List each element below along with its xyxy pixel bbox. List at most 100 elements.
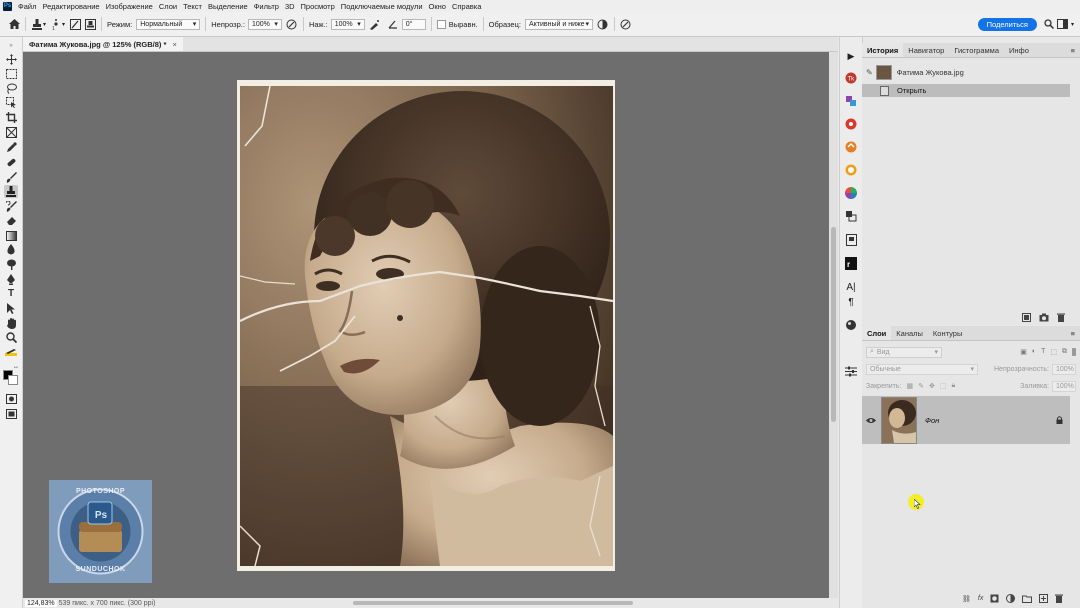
frame-tool-icon[interactable] [4, 126, 18, 139]
clone-stamp-tool-preset-icon[interactable] [31, 18, 43, 30]
blend-mode-dropdown[interactable]: Обычные ▾ [866, 363, 978, 375]
tab-navigator[interactable]: Навигатор [903, 43, 949, 57]
vertical-scrollbar[interactable] [829, 52, 838, 598]
panel-menu-icon[interactable]: ≡ [1066, 43, 1080, 57]
object-selection-tool-icon[interactable] [4, 96, 18, 109]
layer-mask-icon[interactable] [990, 594, 999, 603]
search-icon[interactable] [1043, 18, 1055, 30]
tab-layers[interactable]: Слои [862, 326, 892, 340]
tab-paths[interactable]: Контуры [928, 326, 967, 340]
history-step[interactable]: Открыть [862, 84, 1070, 97]
filter-adjustment-icon[interactable]: ◐ [1032, 348, 1036, 356]
pressure-size-icon[interactable] [620, 18, 632, 30]
opacity-field[interactable]: 100% ▾ [247, 18, 282, 30]
lasso-tool-icon[interactable] [4, 82, 18, 95]
photoshop-logo-icon[interactable]: Ps [3, 1, 12, 11]
menu-3d[interactable]: 3D [285, 2, 295, 11]
fill-field[interactable]: 100% [1052, 380, 1076, 392]
filter-type-icon[interactable]: T [1041, 348, 1045, 356]
menu-filter[interactable]: Фильтр [254, 2, 279, 11]
tab-info[interactable]: Инфо [1004, 43, 1034, 57]
menu-type[interactable]: Текст [183, 2, 202, 11]
eye-icon[interactable] [866, 417, 876, 424]
plugin-ring-icon[interactable] [844, 163, 858, 177]
screen-mode-icon[interactable] [4, 407, 18, 420]
menu-plugins[interactable]: Подключаемые модули [341, 2, 423, 11]
lock-transparency-icon[interactable]: ▦ [906, 382, 913, 390]
layer-row[interactable]: Фон [862, 396, 1070, 444]
angle-field[interactable]: 0° [401, 18, 426, 30]
airbrush-icon[interactable] [369, 18, 381, 30]
paragraph-icon[interactable]: ¶ [844, 295, 858, 309]
tab-histogram[interactable]: Гистограмма [949, 43, 1004, 57]
plugin-red-icon[interactable] [844, 117, 858, 131]
move-tool-icon[interactable] [4, 53, 18, 66]
workspace-icon[interactable] [1057, 18, 1069, 30]
type-tool-icon[interactable]: T [4, 287, 18, 300]
menu-layers[interactable]: Слои [159, 2, 177, 11]
path-selection-tool-icon[interactable] [4, 302, 18, 315]
menu-file[interactable]: Файл [18, 2, 36, 11]
chevron-down-icon[interactable]: ▾ [43, 21, 46, 28]
layer-filter-dropdown[interactable]: ⌕ Вид ▾ [866, 346, 942, 358]
pen-tool-icon[interactable] [4, 273, 18, 286]
menu-view[interactable]: Просмотр [301, 2, 335, 11]
new-document-from-state-icon[interactable] [1022, 313, 1031, 322]
trash-icon[interactable] [1055, 594, 1064, 603]
pressure-opacity-icon[interactable] [286, 18, 298, 30]
menu-image[interactable]: Изображение [106, 2, 153, 11]
lock-artboard-icon[interactable]: ⬚ [940, 382, 947, 390]
history-brush-tool-icon[interactable] [4, 200, 18, 213]
lock-icon[interactable] [1056, 416, 1063, 424]
document-tab[interactable]: Фатима Жукова.jpg @ 125% (RGB/8) * × [23, 37, 183, 51]
align-checkbox[interactable] [436, 19, 446, 29]
menu-select[interactable]: Выделение [208, 2, 248, 11]
play-icon[interactable]: ▶ [844, 49, 858, 63]
hand-tool-icon[interactable] [4, 317, 18, 330]
plugin-color-wheel-icon[interactable] [844, 186, 858, 200]
background-color-swatch[interactable] [8, 375, 18, 385]
trash-icon[interactable] [1057, 313, 1065, 322]
filter-pixel-icon[interactable]: ▣ [1020, 348, 1027, 356]
swap-colors-icon[interactable]: ↔ [13, 364, 19, 370]
plugin-tk-icon[interactable]: Tk [844, 71, 858, 85]
history-brush-source-icon[interactable]: ✎ [866, 68, 873, 77]
lock-all-icon[interactable]: 🔒︎ [951, 382, 955, 390]
quick-mask-icon[interactable] [4, 392, 18, 405]
share-button[interactable]: Поделиться [977, 17, 1037, 31]
plugin-blend-icon[interactable] [844, 94, 858, 108]
edit-toolbar-icon[interactable] [4, 346, 18, 359]
ignore-adjustment-layers-icon[interactable] [597, 18, 609, 30]
lock-position-icon[interactable]: ✥ [929, 382, 935, 390]
crop-tool-icon[interactable] [4, 111, 18, 124]
new-group-icon[interactable] [1022, 595, 1033, 603]
zoom-level[interactable]: 124,83% [25, 599, 57, 607]
tab-history[interactable]: История [862, 43, 904, 57]
eraser-tool-icon[interactable] [4, 214, 18, 227]
flow-field[interactable]: 100% ▾ [330, 18, 365, 30]
materials-icon[interactable] [844, 318, 858, 332]
filter-shape-icon[interactable]: ⬚ [1050, 348, 1057, 356]
clone-stamp-tool-icon[interactable] [4, 185, 18, 198]
brush-tool-icon[interactable] [4, 171, 18, 184]
brush-size-icon[interactable]: 1 [50, 18, 62, 30]
scroll-thumb[interactable] [831, 227, 836, 422]
marquee-tool-icon[interactable] [4, 67, 18, 80]
dodge-tool-icon[interactable] [4, 258, 18, 271]
fx-icon[interactable]: fx [978, 595, 983, 602]
properties-icon[interactable] [844, 364, 858, 378]
lock-pixels-icon[interactable]: ✎ [918, 382, 924, 390]
filter-toggle[interactable] [1072, 348, 1076, 356]
chevron-down-icon[interactable]: ▾ [1071, 21, 1074, 28]
gradient-tool-icon[interactable] [4, 229, 18, 242]
close-icon[interactable]: × [172, 40, 176, 49]
filter-smart-object-icon[interactable]: ⧉ [1062, 348, 1067, 356]
new-layer-icon[interactable] [1039, 594, 1049, 603]
adjustments-icon[interactable] [844, 209, 858, 223]
healing-brush-tool-icon[interactable] [4, 156, 18, 169]
layer-opacity-field[interactable]: 100% [1052, 363, 1076, 375]
chevron-down-icon[interactable]: ▾ [62, 21, 65, 28]
menu-window[interactable]: Окно [429, 2, 446, 11]
collapse-toolbar-icon[interactable]: » [4, 39, 18, 52]
plugin-orange-icon[interactable] [844, 140, 858, 154]
